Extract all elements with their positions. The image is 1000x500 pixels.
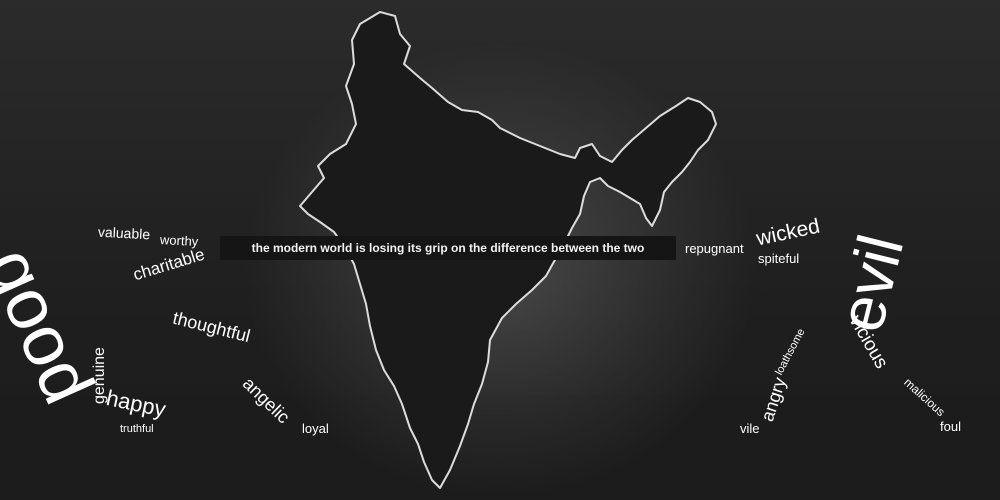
word-foul: foul xyxy=(940,419,961,434)
word-truthful: truthful xyxy=(120,423,154,435)
word-genuine: genuine xyxy=(91,347,108,404)
word-repugnant: repugnant xyxy=(685,241,744,256)
word-worthy: worthy xyxy=(159,232,199,249)
stage: the modern world is losing its grip on t… xyxy=(0,0,1000,500)
word-valuable: valuable xyxy=(97,223,151,243)
word-vile: vile xyxy=(740,421,760,436)
word-loyal: loyal xyxy=(302,421,329,436)
caption: the modern world is losing its grip on t… xyxy=(220,236,676,260)
word-spiteful: spiteful xyxy=(758,251,800,266)
